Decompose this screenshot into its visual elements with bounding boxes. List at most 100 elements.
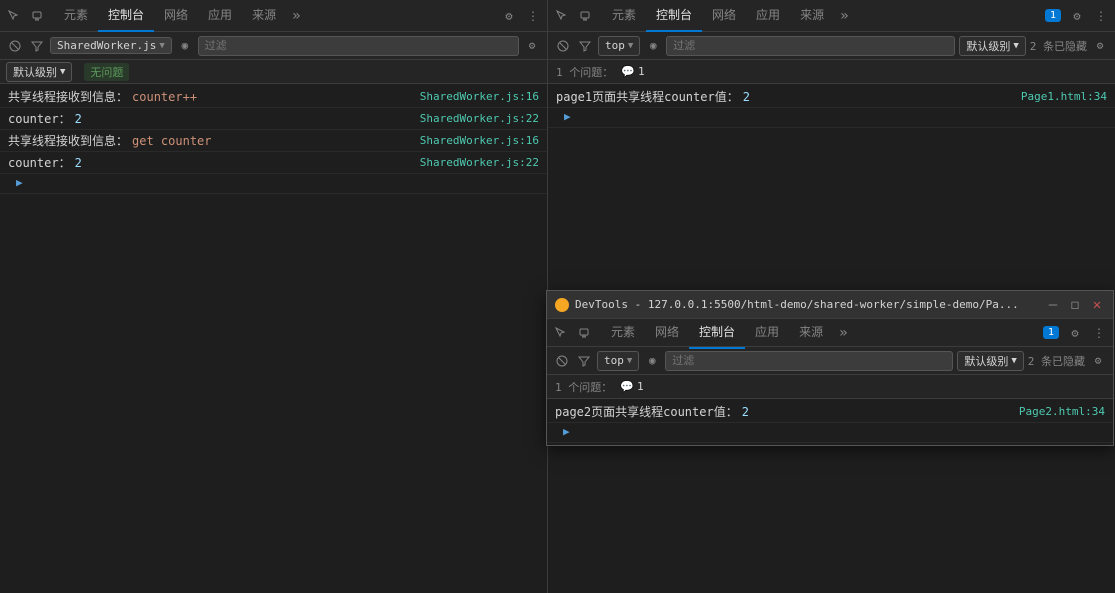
right-context-selector[interactable]: top ▼ bbox=[598, 36, 640, 56]
left-console-row-4: counter： 2 SharedWorker.js:22 bbox=[0, 152, 547, 174]
right-log-link-1[interactable]: Page1.html:34 bbox=[1021, 90, 1107, 103]
right-context-chevron: ▼ bbox=[628, 41, 633, 51]
left-clear-icon[interactable] bbox=[6, 37, 24, 55]
floating-tab-elements[interactable]: 元素 bbox=[601, 317, 645, 349]
right-issue-badge: 💬 1 bbox=[621, 65, 644, 78]
right-expand-row: ▶ bbox=[548, 108, 1115, 128]
left-more-icon[interactable]: ⋮ bbox=[523, 6, 543, 26]
right-device-icon[interactable] bbox=[576, 6, 596, 26]
device-icon[interactable] bbox=[28, 6, 48, 26]
left-console-row-2: counter： 2 SharedWorker.js:22 bbox=[0, 108, 547, 130]
left-worker-selector[interactable]: SharedWorker.js ▼ bbox=[50, 37, 172, 54]
floating-inspect-icon[interactable] bbox=[551, 323, 571, 343]
floating-log-text-1: page2页面共享线程counter值： bbox=[555, 403, 738, 420]
left-nav-bar: 元素 控制台 网络 应用 来源 » ⚙ ⋮ bbox=[0, 0, 547, 32]
left-log-link-4[interactable]: SharedWorker.js:22 bbox=[420, 156, 539, 169]
right-filter-input[interactable] bbox=[666, 36, 955, 56]
left-log-text-3: 共享线程接收到信息： bbox=[8, 132, 128, 149]
right-log-text-1: page1页面共享线程counter值： bbox=[556, 88, 739, 105]
right-toolbar-settings[interactable]: ⚙ bbox=[1091, 37, 1109, 55]
left-level-dropdown[interactable]: 默认级别 ▼ bbox=[6, 62, 72, 82]
left-tab-app[interactable]: 应用 bbox=[198, 0, 242, 32]
left-no-issues-badge: 无问题 bbox=[84, 63, 129, 81]
floating-title-bar: DevTools - 127.0.0.1:5500/html-demo/shar… bbox=[547, 291, 1113, 319]
left-filter-icon[interactable] bbox=[28, 37, 46, 55]
right-tab-console[interactable]: 控制台 bbox=[646, 0, 702, 32]
left-eye-icon[interactable]: ◉ bbox=[176, 37, 194, 55]
right-filter-icon[interactable] bbox=[576, 37, 594, 55]
right-tab-source[interactable]: 来源 bbox=[790, 0, 834, 32]
floating-eye-icon[interactable]: ◉ bbox=[643, 352, 661, 370]
floating-context-selector[interactable]: top ▼ bbox=[597, 351, 639, 371]
right-issue-count: 1 bbox=[638, 65, 645, 78]
left-log-value-1: counter++ bbox=[132, 90, 197, 104]
left-expand-arrow[interactable]: ▶ bbox=[16, 176, 23, 189]
inspect-icon[interactable] bbox=[4, 6, 24, 26]
right-tab-elements[interactable]: 元素 bbox=[602, 0, 646, 32]
floating-filter-input[interactable] bbox=[665, 351, 953, 371]
floating-more-icon[interactable]: ⋮ bbox=[1089, 323, 1109, 343]
floating-device-icon[interactable] bbox=[575, 323, 595, 343]
floating-log-link-1[interactable]: Page2.html:34 bbox=[1019, 405, 1105, 418]
right-tab-network[interactable]: 网络 bbox=[702, 0, 746, 32]
floating-settings-icon[interactable]: ⚙ bbox=[1065, 323, 1085, 343]
floating-minimize-btn[interactable]: — bbox=[1045, 297, 1061, 313]
left-log-value-2: 2 bbox=[75, 112, 82, 126]
right-more-tabs[interactable]: » bbox=[834, 8, 854, 24]
left-tab-source[interactable]: 来源 bbox=[242, 0, 286, 32]
left-more-tabs[interactable]: » bbox=[286, 8, 306, 24]
right-level-dropdown[interactable]: 默认级别 ▼ bbox=[959, 36, 1025, 56]
right-eye-icon[interactable]: ◉ bbox=[644, 37, 662, 55]
floating-more-tabs[interactable]: » bbox=[833, 325, 853, 341]
right-toolbar: top ▼ ◉ 默认级别 ▼ 2 条已隐藏 ⚙ bbox=[548, 32, 1115, 60]
floating-restore-btn[interactable]: ◻ bbox=[1067, 297, 1083, 313]
floating-issues-bar: 1 个问题： 💬 1 bbox=[547, 375, 1113, 399]
left-log-link-3[interactable]: SharedWorker.js:16 bbox=[420, 134, 539, 147]
right-more-icon[interactable]: ⋮ bbox=[1091, 6, 1111, 26]
floating-tab-network[interactable]: 网络 bbox=[645, 317, 689, 349]
left-tab-network[interactable]: 网络 bbox=[154, 0, 198, 32]
left-log-text-1: 共享线程接收到信息： bbox=[8, 88, 128, 105]
right-issues-bar: 1 个问题： 💬 1 bbox=[548, 60, 1115, 84]
left-log-link-1[interactable]: SharedWorker.js:16 bbox=[420, 90, 539, 103]
left-tab-console[interactable]: 控制台 bbox=[98, 0, 154, 32]
left-level-chevron: ▼ bbox=[60, 67, 65, 77]
floating-close-btn[interactable]: ✕ bbox=[1089, 297, 1105, 313]
left-log-value-3: get counter bbox=[132, 134, 211, 148]
left-settings-icon[interactable]: ⚙ bbox=[499, 6, 519, 26]
right-badge: 1 bbox=[1045, 9, 1061, 22]
left-log-link-2[interactable]: SharedWorker.js:22 bbox=[420, 112, 539, 125]
left-log-value-4: 2 bbox=[75, 156, 82, 170]
floating-toolbar-settings[interactable]: ⚙ bbox=[1089, 352, 1107, 370]
floating-hidden-count: 2 条已隐藏 bbox=[1028, 353, 1085, 369]
floating-expand-arrow[interactable]: ▶ bbox=[563, 425, 570, 438]
left-log-text-2: counter： bbox=[8, 110, 71, 127]
floating-nav-bar: 元素 网络 控制台 应用 来源 » bbox=[547, 319, 1113, 347]
floating-tab-app[interactable]: 应用 bbox=[745, 317, 789, 349]
floating-level-chevron: ▼ bbox=[1011, 356, 1016, 366]
right-settings-icon[interactable]: ⚙ bbox=[1067, 6, 1087, 26]
right-clear-icon[interactable] bbox=[554, 37, 572, 55]
floating-clear-icon[interactable] bbox=[553, 352, 571, 370]
floating-tab-source[interactable]: 来源 bbox=[789, 317, 833, 349]
left-nav-tabs: 元素 控制台 网络 应用 来源 » bbox=[54, 0, 499, 32]
left-filter-settings-icon[interactable]: ⚙ bbox=[523, 37, 541, 55]
right-tab-app[interactable]: 应用 bbox=[746, 0, 790, 32]
floating-tab-console[interactable]: 控制台 bbox=[689, 317, 745, 349]
floating-level-dropdown[interactable]: 默认级别 ▼ bbox=[957, 351, 1023, 371]
floating-nav-tabs: 元素 网络 控制台 应用 来源 » bbox=[601, 317, 1043, 349]
left-worker-chevron: ▼ bbox=[159, 41, 164, 51]
right-expand-arrow[interactable]: ▶ bbox=[564, 110, 571, 123]
right-inspect-icon[interactable] bbox=[552, 6, 572, 26]
floating-log-value-1: 2 bbox=[742, 405, 749, 419]
left-filter-input[interactable] bbox=[198, 36, 519, 56]
left-console-content: 共享线程接收到信息： counter++ SharedWorker.js:16 … bbox=[0, 84, 547, 593]
floating-console-content: page2页面共享线程counter值： 2 Page2.html:34 ▶ bbox=[547, 399, 1113, 445]
floating-filter-icon[interactable] bbox=[575, 352, 593, 370]
devtools-container: 元素 控制台 网络 应用 来源 » ⚙ ⋮ bbox=[0, 0, 1115, 593]
right-level-chevron: ▼ bbox=[1013, 41, 1018, 51]
floating-context-chevron: ▼ bbox=[627, 356, 632, 366]
left-tab-elements[interactable]: 元素 bbox=[54, 0, 98, 32]
floating-browser-icon bbox=[555, 298, 569, 312]
left-console-expand-row: ▶ bbox=[0, 174, 547, 194]
